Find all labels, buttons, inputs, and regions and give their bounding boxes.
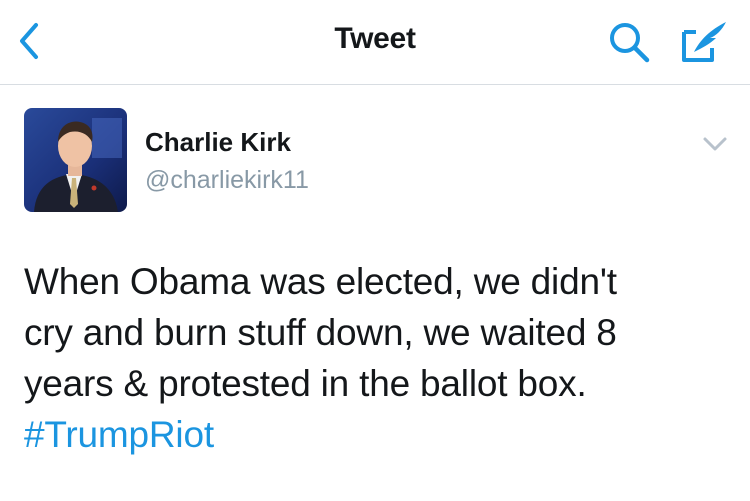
hashtag-link[interactable]: #TrumpRiot <box>24 414 214 455</box>
search-icon <box>610 23 650 63</box>
author-handle[interactable]: @charliekirk11 <box>145 166 309 195</box>
compose-button[interactable] <box>680 18 730 64</box>
navigation-bar: Tweet <box>0 0 750 85</box>
avatar[interactable] <box>24 108 127 212</box>
chevron-down-icon <box>703 137 727 151</box>
compose-icon <box>682 22 726 62</box>
author-display-name[interactable]: Charlie Kirk <box>145 127 291 158</box>
tweet-text-line: years & protested in the ballot box. <box>24 363 587 404</box>
profile-photo <box>24 108 127 212</box>
tweet-text-line: cry and burn stuff down, we waited 8 <box>24 312 617 353</box>
tweet-detail-screen: Tweet Charlie Kirk @charliekirk11 When O… <box>0 0 750 501</box>
search-button[interactable] <box>607 20 653 64</box>
tweet-menu-button[interactable] <box>700 132 730 156</box>
tweet-text: When Obama was elected, we didn't cry an… <box>24 256 724 460</box>
tweet-text-line: When Obama was elected, we didn't <box>24 261 617 302</box>
